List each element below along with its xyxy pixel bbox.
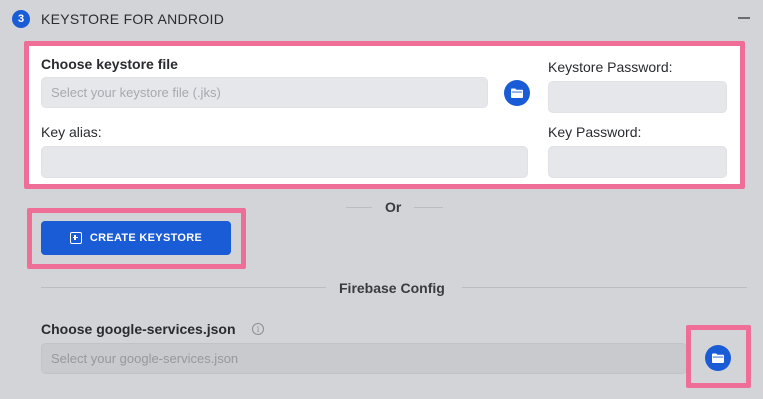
or-divider-left [346,207,372,208]
google-services-label: Choose google-services.json [41,321,236,337]
firebase-divider-right [462,287,747,288]
create-keystore-highlight-frame [27,208,246,269]
step-badge: 3 [12,10,30,28]
section-header: 3 KEYSTORE FOR ANDROID [0,0,763,38]
firebase-divider-left [41,287,326,288]
google-services-input[interactable]: Select your google-services.json [41,343,687,374]
info-icon[interactable]: i [252,323,264,335]
browse-highlight-frame [686,325,751,388]
keystore-highlight-frame [24,41,745,189]
or-divider-text: Or [385,199,402,215]
section-title: KEYSTORE FOR ANDROID [41,11,225,27]
firebase-divider-title: Firebase Config [339,280,445,296]
or-divider-right [414,207,443,208]
collapse-minus-icon[interactable] [738,17,750,19]
google-services-placeholder: Select your google-services.json [51,351,239,366]
